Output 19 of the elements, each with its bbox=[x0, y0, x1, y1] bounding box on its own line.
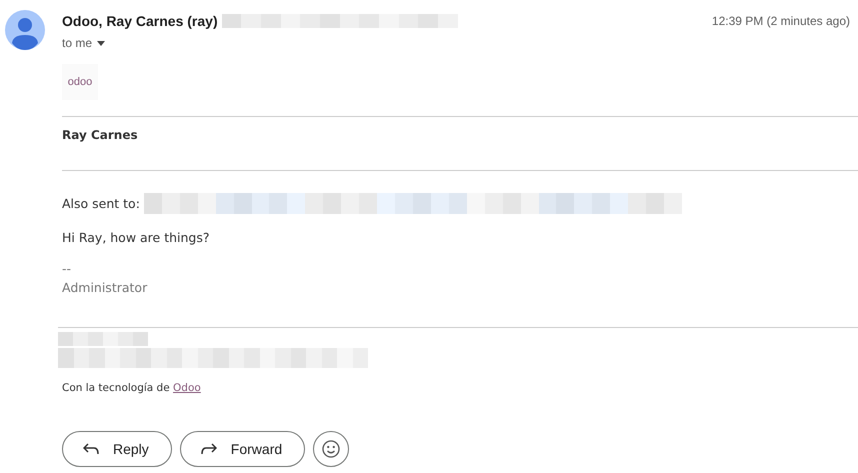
signature-name: Administrator bbox=[62, 280, 148, 295]
forward-icon bbox=[200, 443, 217, 455]
emoji-button[interactable] bbox=[313, 431, 350, 467]
author-name: Ray Carnes bbox=[62, 127, 139, 144]
footer-text: Con la tecnología de bbox=[62, 382, 170, 394]
recipient-dropdown[interactable]: to me bbox=[62, 36, 106, 50]
reply-icon bbox=[83, 443, 99, 455]
smiley-icon bbox=[322, 440, 340, 458]
sender-name: Odoo, Ray Carnes (ray) bbox=[62, 13, 218, 29]
logo: odoo bbox=[62, 64, 98, 100]
timestamp: 12:39 PM (2 minutes ago) bbox=[712, 14, 851, 28]
odoo-link[interactable]: Odoo bbox=[173, 382, 201, 394]
message-text: Hi Ray, how are things? bbox=[62, 230, 211, 245]
avatar-icon bbox=[5, 10, 45, 50]
forward-button[interactable]: Forward bbox=[180, 431, 306, 467]
signature-separator: -- bbox=[62, 261, 72, 276]
also-sent-label: Also sent to: bbox=[62, 196, 140, 211]
reply-button[interactable]: Reply bbox=[62, 431, 172, 467]
caret-icon bbox=[97, 40, 106, 46]
